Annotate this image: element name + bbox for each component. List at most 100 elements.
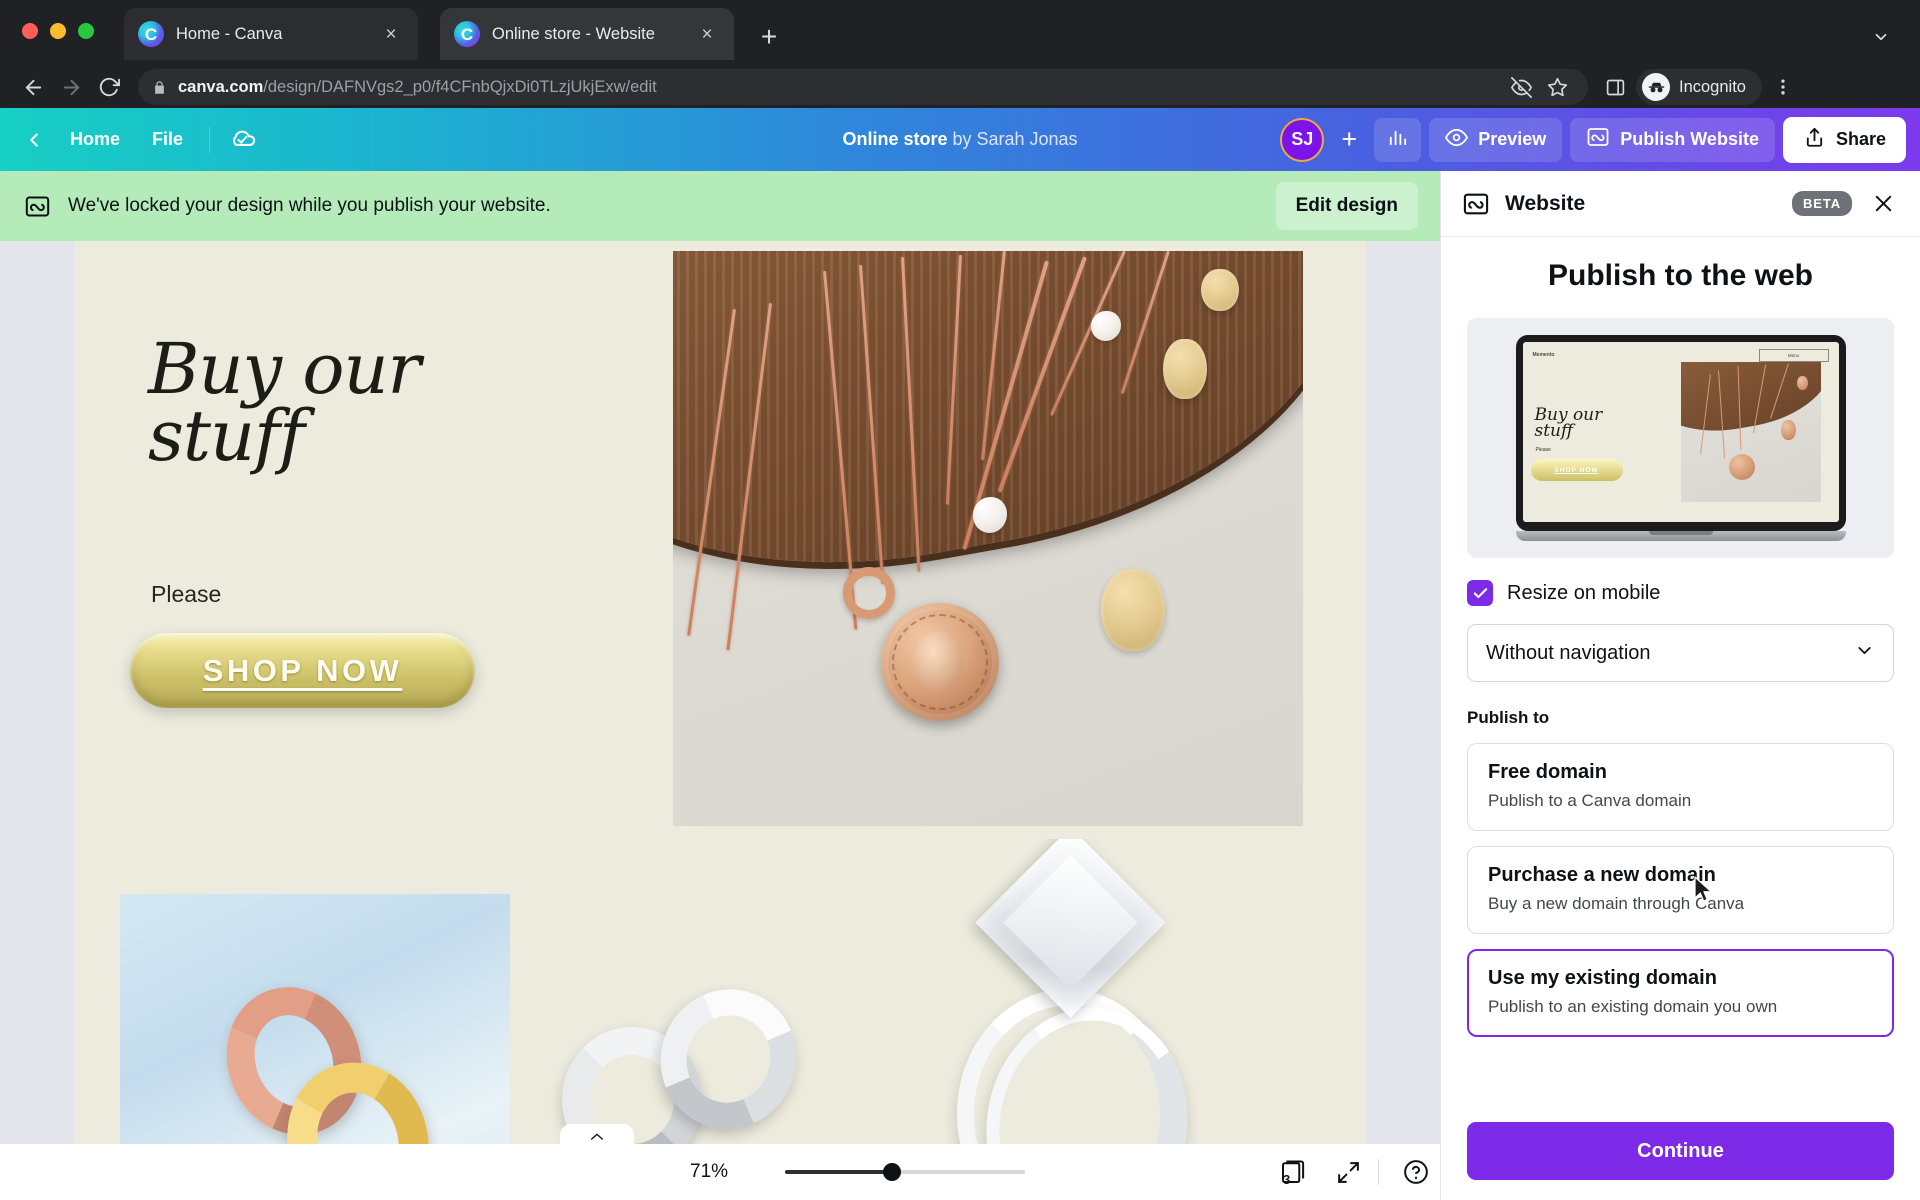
share-label: Share (1835, 129, 1886, 149)
browser-right-controls: Incognito (1598, 68, 1800, 106)
domain-option-use-existing-domain[interactable]: Use my existing domain Publish to an exi… (1467, 949, 1894, 1037)
zoom-level-label: 71% (690, 1161, 729, 1182)
website-icon (1586, 125, 1610, 154)
zoom-slider[interactable] (785, 1163, 1025, 1181)
browser-toolbar: canva.com/design/DAFNVgs2_p0/f4CFnbQjxDi… (0, 66, 1920, 108)
domain-option-title: Use my existing domain (1488, 967, 1717, 989)
home-button[interactable]: Home (54, 120, 136, 159)
minimize-window-button[interactable] (50, 23, 66, 39)
canva-logo-icon: C (454, 21, 480, 47)
browser-tab-online-store-website[interactable]: C Online store - Website × (440, 8, 734, 60)
shop-now-label: SHOP NOW (202, 652, 403, 688)
preview-heading: Buy our stuff (1534, 405, 1603, 441)
eye-icon (1445, 126, 1469, 154)
add-collaborator-button[interactable]: + (1332, 120, 1366, 160)
maximize-window-button[interactable] (78, 23, 94, 39)
panel-header: Website BETA (1441, 171, 1920, 237)
chevron-down-icon[interactable] (1864, 20, 1898, 54)
avatar[interactable]: SJ (1280, 117, 1325, 162)
clasp-ring-decor (843, 567, 895, 619)
resize-on-mobile-row[interactable]: Resize on mobile (1467, 580, 1894, 606)
page-count-label: 3 (1283, 1172, 1291, 1187)
toolbar-divider (209, 126, 211, 153)
hero-subtext[interactable]: Please (151, 581, 221, 608)
close-icon[interactable] (1866, 187, 1900, 221)
page-manager-button[interactable]: 3 (1275, 1154, 1311, 1190)
publish-label: Publish Website (1620, 129, 1759, 149)
laptop-mockup: Memento Menu Buy our stuff Please SHOP NO… (1515, 335, 1846, 541)
back-icon[interactable] (14, 68, 52, 106)
canvas-scroll-area[interactable]: Buy our stuff Please SHOP NOW (0, 241, 1440, 1200)
url-text: canva.com/design/DAFNVgs2_p0/f4CFnbQjxDi… (178, 77, 657, 96)
close-icon[interactable]: × (694, 21, 720, 47)
insights-button[interactable] (1374, 117, 1422, 162)
zoom-slider-knob[interactable] (883, 1163, 901, 1181)
domain-option-title: Free domain (1488, 761, 1607, 783)
preview-subtext: Please (1535, 447, 1551, 453)
panel-title: Website (1505, 191, 1586, 215)
page-title: Publish to the web (1547, 259, 1813, 292)
domain-option-subtitle: Publish to a Canva domain (1488, 791, 1692, 810)
resize-on-mobile-checkbox[interactable] (1467, 580, 1493, 606)
design-hero-section: Buy our stuff Please SHOP NOW (75, 241, 1365, 839)
address-bar[interactable]: canva.com/design/DAFNVgs2_p0/f4CFnbQjxDi… (138, 69, 1588, 105)
document-title: Online store by Sarah Jonas (842, 129, 1078, 149)
hero-heading[interactable]: Buy our stuff (148, 334, 421, 471)
design-page[interactable]: Buy our stuff Please SHOP NOW (75, 241, 1365, 1200)
bar-chart-icon (1386, 126, 1409, 154)
website-icon (22, 191, 52, 221)
preview-button[interactable]: Preview (1429, 117, 1563, 162)
canva-logo-icon: C (138, 21, 164, 47)
tab-title: Home - Canva (176, 24, 283, 43)
cloud-saved-icon[interactable] (220, 120, 264, 160)
reload-icon[interactable] (90, 68, 128, 106)
help-icon[interactable] (1398, 1154, 1434, 1190)
chevron-down-icon (1854, 640, 1875, 666)
navigation-select[interactable]: Without navigation (1467, 624, 1894, 682)
bottom-bar-divider (1378, 1159, 1379, 1185)
browser-chrome: C Home - Canva × C Online store - Websit… (0, 0, 1920, 108)
canva-editor-topbar: Home File Online store by Sarah Jonas SJ… (0, 108, 1920, 171)
continue-button[interactable]: Continue (1467, 1122, 1894, 1180)
fullscreen-expand-icon[interactable] (1330, 1154, 1366, 1190)
domain-option-purchase-new-domain[interactable]: Purchase a new domain Buy a new domain t… (1467, 846, 1894, 934)
collapse-pages-chevron-icon[interactable] (560, 1124, 634, 1144)
coin-pendant-decor (881, 603, 999, 721)
shop-now-button[interactable]: SHOP NOW (130, 633, 475, 708)
incognito-icon (1642, 73, 1670, 101)
hero-jewelry-photo[interactable] (673, 251, 1303, 826)
bookmark-star-icon[interactable] (1540, 70, 1574, 104)
resize-on-mobile-label: Resize on mobile (1507, 581, 1661, 604)
website-preview-thumbnail: Memento Menu Buy our stuff Please SHOP NO… (1467, 318, 1894, 558)
window-traffic-lights (22, 23, 94, 39)
share-upload-icon (1803, 126, 1826, 154)
browser-tabstrip: C Home - Canva × C Online store - Websit… (0, 0, 1920, 66)
status-badge: BETA (1791, 191, 1852, 216)
editor-main: We've locked your design while you publi… (0, 171, 1920, 1200)
new-tab-button[interactable]: + (752, 20, 786, 54)
publish-website-button[interactable]: Publish Website (1570, 117, 1775, 162)
preview-label: Preview (1478, 129, 1547, 149)
domain-option-free-domain[interactable]: Free domain Publish to a Canva domain (1467, 743, 1894, 831)
browser-tab-home-canva[interactable]: C Home - Canva × (124, 8, 418, 60)
preview-photo (1680, 362, 1821, 502)
incognito-label: Incognito (1679, 77, 1746, 96)
domain-option-subtitle: Buy a new domain through Canva (1488, 894, 1745, 913)
publish-to-label: Publish to (1467, 708, 1550, 727)
forward-icon[interactable] (52, 68, 90, 106)
eye-off-icon[interactable] (1504, 70, 1538, 104)
browser-menu-icon[interactable] (1766, 68, 1800, 106)
edit-design-button[interactable]: Edit design (1275, 182, 1418, 230)
preview-logo: Memento (1532, 352, 1555, 358)
close-window-button[interactable] (22, 23, 38, 39)
share-button[interactable]: Share (1782, 116, 1906, 163)
document-title-group[interactable]: Online store by Sarah Jonas (842, 129, 1077, 150)
banner-message: We've locked your design while you publi… (68, 195, 551, 216)
incognito-profile-button[interactable]: Incognito (1636, 69, 1762, 105)
domain-option-subtitle: Publish to an existing domain you own (1488, 997, 1778, 1016)
side-panel-icon[interactable] (1598, 70, 1632, 104)
preview-cta: SHOP NOW (1530, 459, 1623, 481)
back-chevron-icon[interactable] (14, 120, 54, 160)
close-icon[interactable]: × (378, 21, 404, 47)
file-menu-button[interactable]: File (136, 120, 199, 159)
